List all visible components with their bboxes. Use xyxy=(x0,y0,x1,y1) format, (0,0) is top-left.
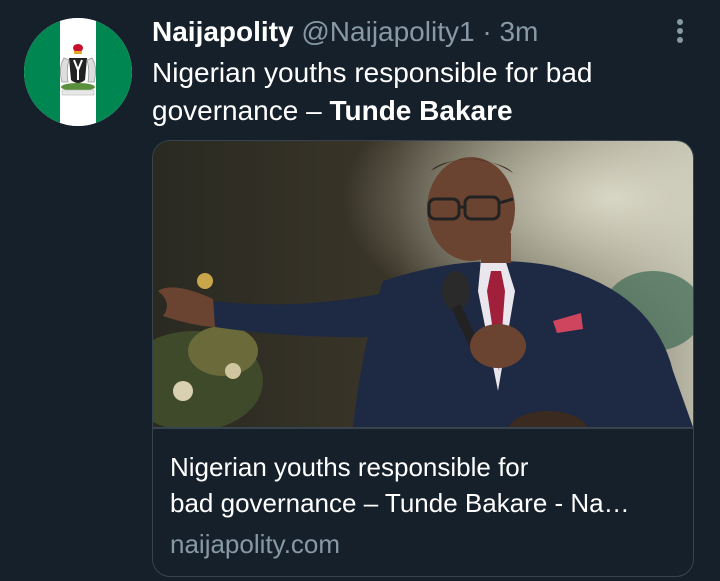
more-vertical-icon[interactable] xyxy=(668,16,692,50)
card-title[interactable]: Nigerian youths responsible for bad gove… xyxy=(170,449,682,521)
tweet[interactable]: Naijapolity @Naijapolity1 · 3m Nigerian … xyxy=(0,0,720,581)
tweet-text: Nigerian youths responsible for bad gove… xyxy=(152,54,692,130)
card-title-line-2: bad governance – Tunde Bakare - Na… xyxy=(170,488,630,518)
separator-dot: · xyxy=(482,16,492,47)
card-divider xyxy=(153,427,693,429)
avatar[interactable] xyxy=(24,18,132,126)
user-handle[interactable]: @Naijapolity1 xyxy=(301,16,474,47)
card-domain: naijapolity.com xyxy=(170,529,341,559)
tweet-text-bold: Tunde Bakare xyxy=(329,95,513,126)
timestamp[interactable]: 3m xyxy=(499,16,538,47)
card-title-line-1: Nigerian youths responsible for xyxy=(170,452,529,482)
article-photo[interactable] xyxy=(153,141,694,427)
display-name[interactable]: Naijapolity xyxy=(152,16,294,47)
tweet-header: Naijapolity @Naijapolity1 · 3m xyxy=(152,14,538,50)
link-card[interactable]: Nigerian youths responsible for bad gove… xyxy=(152,140,694,577)
nigeria-coat-of-arms-flag-icon xyxy=(24,18,132,126)
